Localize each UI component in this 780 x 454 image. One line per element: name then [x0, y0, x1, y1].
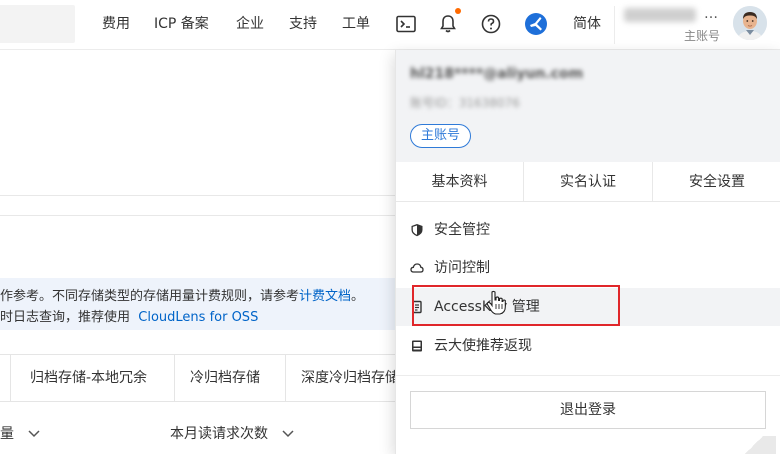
nav-enterprise[interactable]: 企业: [236, 14, 264, 34]
content-divider: [0, 195, 395, 196]
cloudlens-link[interactable]: CloudLens for OSS: [138, 310, 258, 325]
menu-item-accesskey-management[interactable]: AccessKey 管理: [396, 288, 780, 326]
account-id: 账号ID：31638076: [410, 96, 520, 110]
ambassador-icon: [410, 339, 424, 353]
nav-billing[interactable]: 费用: [102, 14, 130, 34]
nav-support[interactable]: 支持: [289, 14, 317, 34]
billing-doc-link[interactable]: 计费文档: [299, 289, 351, 304]
notification-dot: [455, 8, 461, 14]
shield-icon: [410, 223, 424, 237]
column-header-usage[interactable]: 量: [0, 423, 40, 443]
top-navbar: 费用 ICP 备案 企业 支持 工单 简体 … 主账号: [0, 0, 780, 50]
storage-class-tabs: 归档存储-本地冗余 冷归档存储 深度冷归档存储: [0, 354, 395, 402]
logout-button[interactable]: 退出登录: [410, 391, 766, 429]
chevron-down-icon: [282, 430, 294, 438]
account-name[interactable]: [624, 8, 696, 22]
account-email: hl218****@aliyun.com: [410, 66, 584, 82]
menu-item-label: 云大使推荐返现: [434, 338, 532, 354]
menu-item-ambassador-rewards[interactable]: 云大使推荐返现: [396, 327, 780, 365]
account-role-label: 主账号: [684, 29, 721, 43]
menu-item-label: 安全管控: [434, 222, 490, 238]
help-icon[interactable]: [479, 12, 503, 36]
nav-icp-filing[interactable]: ICP 备案: [154, 14, 209, 34]
account-name-ellipsis: …: [704, 6, 719, 22]
nav-tickets[interactable]: 工单: [342, 14, 370, 34]
corner-decoration: [732, 436, 776, 454]
terminal-icon[interactable]: [394, 12, 418, 36]
cloud-icon: [410, 261, 424, 275]
tab-cold-archive[interactable]: 冷归档存储: [174, 355, 285, 401]
info-text-1: 作参考。不同存储类型的存储用量计费规则，请参考: [0, 289, 300, 304]
search-input[interactable]: [0, 5, 75, 43]
column-header-read-requests-label: 本月读请求次数: [170, 426, 268, 442]
info-banner: 作参考。不同存储类型的存储用量计费规则，请参考计费文档。 时日志查询，推荐使用 …: [0, 278, 395, 330]
tab-deep-cold-archive[interactable]: 深度冷归档存储: [285, 355, 395, 401]
key-icon: [410, 300, 424, 314]
info-text-2: 时日志查询，推荐使用: [0, 310, 131, 325]
content-divider: [0, 215, 395, 216]
account-dropdown-panel: hl218****@aliyun.com 账号ID：31638076 主账号 基…: [395, 50, 780, 454]
chevron-down-icon: [28, 430, 40, 438]
language-switch[interactable]: 简体: [573, 14, 601, 34]
panel-footer-divider: [396, 375, 780, 376]
tab-archive-lrs[interactable]: 归档存储-本地冗余: [10, 355, 174, 401]
info-line-1: 作参考。不同存储类型的存储用量计费规则，请参考计费文档。: [0, 288, 364, 306]
account-quick-links: 基本资料 实名认证 安全设置: [396, 162, 780, 202]
bell-icon[interactable]: [436, 12, 460, 36]
column-header-usage-label: 量: [0, 426, 14, 442]
account-info-header: hl218****@aliyun.com 账号ID：31638076 主账号: [396, 50, 780, 162]
info-text-1-tail: 。: [351, 289, 365, 304]
topbar-divider: [614, 6, 615, 44]
avatar[interactable]: [733, 6, 767, 40]
role-badge: 主账号: [410, 124, 472, 148]
menu-item-security-control[interactable]: 安全管控: [396, 211, 780, 249]
menu-item-access-control[interactable]: 访问控制: [396, 249, 780, 287]
app-logo-icon[interactable]: [524, 12, 548, 36]
link-real-name-verification[interactable]: 实名认证: [524, 162, 652, 202]
link-basic-info[interactable]: 基本资料: [396, 162, 523, 202]
column-header-read-requests[interactable]: 本月读请求次数: [170, 423, 294, 443]
hand-cursor-icon: [485, 290, 507, 316]
link-security-settings[interactable]: 安全设置: [653, 162, 780, 202]
info-line-2: 时日志查询，推荐使用 CloudLens for OSS: [0, 309, 258, 327]
menu-item-label: 访问控制: [434, 260, 490, 276]
